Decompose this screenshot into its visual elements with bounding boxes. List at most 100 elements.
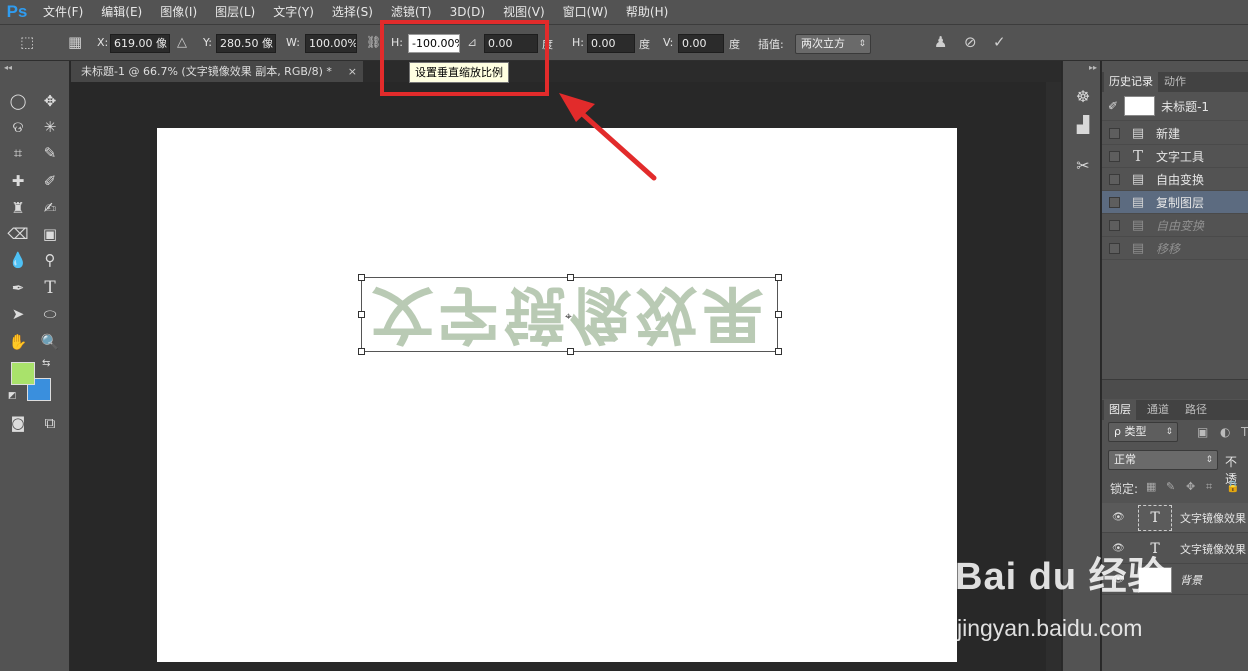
transform-handle-top[interactable] [567,274,574,281]
magic-wand-icon[interactable]: ✳ [37,116,63,138]
x-field[interactable]: 619.00 像 [110,34,170,53]
lasso-tool-icon[interactable]: ଡ [5,116,31,138]
delta-icon[interactable]: △ [177,35,187,50]
lock-transparent-icon[interactable]: ▦ [1146,480,1156,493]
document-tab[interactable]: 未标题-1 @ 66.7% (文字镜像效果 副本, RGB/8) * × [71,61,363,82]
stamp-tool-icon[interactable]: ♜ [5,197,31,219]
histogram-icon[interactable]: ▟ [1072,113,1094,135]
image-filter-icon[interactable]: ▣ [1197,425,1208,439]
tab-paths[interactable]: 路径 [1180,400,1212,420]
history-checkbox[interactable] [1109,196,1120,208]
menu-help[interactable]: 帮助(H) [617,0,677,24]
menu-edit[interactable]: 编辑(E) [92,0,151,24]
history-brush-source-icon[interactable]: ✐ [1108,99,1118,113]
dodge-tool-icon[interactable]: ⚲ [37,249,63,271]
lock-move-icon[interactable]: ✥ [1186,480,1195,493]
lock-paint-icon[interactable]: ✎ [1166,480,1175,493]
blend-mode-value: 正常 [1114,453,1136,466]
menu-image[interactable]: 图像(I) [151,0,206,24]
lock-artboard-icon[interactable]: ⌗ [1206,480,1212,494]
ellipse-tool-icon[interactable]: ⬭ [37,303,63,325]
crop-tool-icon[interactable]: ⌗ [5,142,31,164]
history-item[interactable]: T 文字工具 [1102,145,1248,168]
history-checkbox[interactable] [1109,150,1120,162]
cancel-icon[interactable]: ⊘ [964,33,977,51]
menu-type[interactable]: 文字(Y) [264,0,323,24]
navigator-icon[interactable]: ☸ [1072,85,1094,107]
path-select-icon[interactable]: ➤ [5,303,31,325]
layer-name[interactable]: 背景 [1180,572,1202,588]
eyedropper-icon[interactable]: ✎ [37,142,63,164]
swap-colors-icon[interactable]: ⇆ [42,358,50,369]
tab-channels[interactable]: 通道 [1142,400,1174,420]
expand-icon[interactable]: ▸▸ [1089,63,1097,72]
h-skew-unit: 度 [639,38,650,51]
marquee-tool-icon[interactable]: ◯ [5,90,31,112]
menu-file[interactable]: 文件(F) [34,0,92,24]
collapse-icon[interactable]: ◂◂ [4,63,12,72]
layer-name[interactable]: 文字镜像效果 [1180,541,1246,557]
warp-icon[interactable]: ♟ [934,33,947,51]
y-field[interactable]: 280.50 像 [216,34,276,53]
layer-name[interactable]: 文字镜像效果 [1180,510,1246,526]
menu-window[interactable]: 窗口(W) [554,0,617,24]
history-item[interactable]: ▤ 移移 [1102,237,1248,260]
layer-filter-select[interactable]: ρ 类型 ⇕ [1108,422,1178,442]
foreground-color-swatch[interactable] [11,362,35,385]
history-item[interactable]: ▤ 自由变换 [1102,214,1248,237]
default-colors-icon[interactable]: ◩ [8,391,17,401]
healing-brush-icon[interactable]: ✚ [5,170,31,192]
quick-mask-icon[interactable]: ◙ [5,412,31,434]
reference-point-icon[interactable]: ▦ [68,33,82,51]
width-field[interactable]: 100.00% [305,34,357,53]
history-checkbox[interactable] [1109,127,1120,139]
history-brush-icon[interactable]: ✍ [37,197,63,219]
eraser-tool-icon[interactable]: ⌫ [5,223,31,245]
commit-check-icon[interactable]: ✓ [993,33,1006,51]
transform-handle-top-left[interactable] [358,274,365,281]
move-tool-icon[interactable]: ✥ [37,90,63,112]
layer-row-selected[interactable]: 👁 T 文字镜像效果 [1102,503,1248,533]
history-checkbox[interactable] [1109,173,1120,185]
history-item[interactable]: ▤ 新建 [1102,122,1248,145]
canvas[interactable] [157,128,957,662]
blur-tool-icon[interactable]: 💧 [5,249,31,271]
history-checkbox[interactable] [1109,219,1120,231]
tab-actions[interactable]: 动作 [1159,72,1191,92]
tab-layers[interactable]: 图层 [1104,400,1136,420]
history-checkbox[interactable] [1109,242,1120,254]
link-icon[interactable]: ⛓ [366,35,381,49]
interpolation-select[interactable]: 两次立方 ⇕ [795,34,871,54]
history-snapshot[interactable]: ✐ 未标题-1 [1102,92,1248,121]
history-item-selected[interactable]: ▤ 复制图层 [1102,191,1248,214]
hand-tool-icon[interactable]: ✋ [5,331,31,353]
gradient-tool-icon[interactable]: ▣ [37,223,63,245]
close-icon[interactable]: × [348,61,357,82]
history-item-label: 自由变换 [1156,172,1205,187]
brush-tool-icon[interactable]: ✐ [37,170,63,192]
type-filter-icon[interactable]: T [1241,425,1248,439]
h-skew-field[interactable]: 0.00 [587,34,635,53]
menu-layer[interactable]: 图层(L) [206,0,264,24]
zoom-tool-icon[interactable]: 🔍 [37,331,63,353]
visibility-eye-icon[interactable]: 👁 [1112,512,1126,523]
lock-all-icon[interactable]: 🔒 [1226,480,1240,493]
transform-handle-bottom-right[interactable] [775,348,782,355]
transform-handle-left[interactable] [358,311,365,318]
tools-preset-icon[interactable]: ✂ [1072,154,1094,176]
reference-point-crosshair-icon[interactable]: ⌖ [565,309,572,324]
blend-mode-select[interactable]: 正常 ⇕ [1108,450,1218,470]
screen-mode-icon[interactable]: ⧉ [37,412,63,434]
tab-history[interactable]: 历史记录 [1104,72,1158,92]
type-tool-icon[interactable]: T [37,277,63,299]
transform-handle-bottom[interactable] [567,348,574,355]
menu-select[interactable]: 选择(S) [323,0,382,24]
transform-tool-icon[interactable]: ⬚ [20,33,34,51]
transform-handle-right[interactable] [775,311,782,318]
transform-handle-bottom-left[interactable] [358,348,365,355]
pen-tool-icon[interactable]: ✒ [5,277,31,299]
adjustment-filter-icon[interactable]: ◐ [1220,425,1230,439]
v-skew-field[interactable]: 0.00 [678,34,724,53]
history-item[interactable]: ▤ 自由变换 [1102,168,1248,191]
transform-handle-top-right[interactable] [775,274,782,281]
